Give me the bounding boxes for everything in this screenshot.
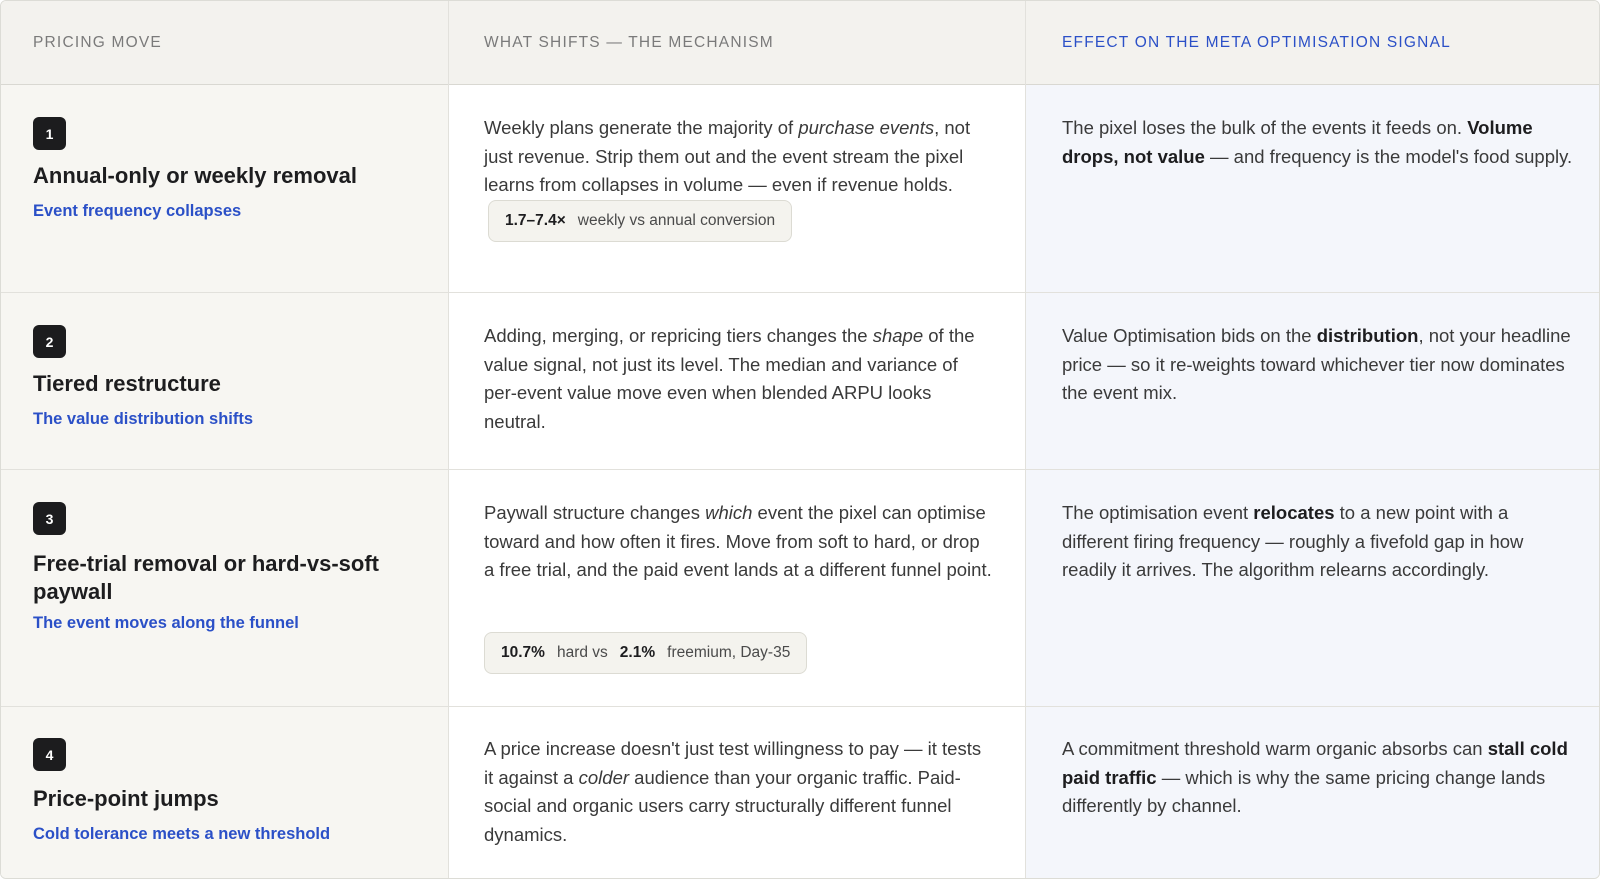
pricing-move-cell: 3 Free-trial removal or hard-vs-soft pay… (1, 470, 448, 706)
mechanism-emphasis: colder (578, 766, 630, 788)
row-number-badge: 4 (33, 738, 66, 771)
move-title: Annual-only or weekly removal (33, 163, 357, 188)
row-number-badge: 1 (33, 117, 66, 150)
mechanism-text: Paywall structure changes which event th… (484, 499, 994, 585)
pricing-move-cell: 1 Annual-only or weekly removal Event fr… (1, 85, 448, 292)
pricing-table: PRICING MOVE WHAT SHIFTS — THE MECHANISM… (0, 0, 1600, 879)
move-subtitle: The value distribution shifts (33, 410, 254, 428)
stat-label: freemium, Day-35 (667, 644, 791, 661)
effect-text-part: Value Optimisation bids on the (1062, 325, 1317, 346)
column-divider (448, 1, 449, 878)
mechanism-text-part: Adding, merging, or repricing tiers chan… (484, 325, 873, 346)
row-number-badge: 3 (33, 502, 66, 535)
effect-text: Value Optimisation bids on the distribut… (1062, 322, 1577, 408)
mechanism-cell: Adding, merging, or repricing tiers chan… (449, 293, 1025, 469)
mechanism-text: A price increase doesn't just test willi… (484, 735, 994, 850)
effect-cell: A commitment threshold warm organic abso… (1026, 707, 1599, 878)
effect-text: A commitment threshold warm organic abso… (1062, 735, 1577, 821)
stat-value: 1.7–7.4× (505, 211, 566, 229)
table-header: PRICING MOVE WHAT SHIFTS — THE MECHANISM… (1, 1, 1599, 85)
row-number-badge: 2 (33, 325, 66, 358)
table-row: 2 Tiered restructure The value distribut… (1, 293, 1599, 470)
move-subtitle: Cold tolerance meets a new threshold (33, 825, 331, 843)
effect-cell: The pixel loses the bulk of the events i… (1026, 85, 1599, 292)
mechanism-cell: A price increase doesn't just test willi… (449, 707, 1025, 878)
move-title: Free-trial removal or hard-vs-soft paywa… (33, 551, 379, 604)
effect-text-part: — and frequency is the model's food supp… (1204, 145, 1573, 167)
mechanism-emphasis: purchase events (798, 117, 935, 138)
pricing-move-cell: 2 Tiered restructure The value distribut… (1, 293, 448, 469)
header-mechanism: WHAT SHIFTS — THE MECHANISM (484, 34, 774, 51)
stat-pill: 1.7–7.4× weekly vs annual conversion (488, 200, 793, 243)
table-row: 1 Annual-only or weekly removal Event fr… (1, 85, 1599, 293)
effect-emphasis: distribution (1316, 325, 1419, 346)
move-title: Price-point jumps (33, 786, 219, 811)
stat-pill: 10.7% hard vs 2.1% freemium, Day-35 (484, 632, 808, 674)
effect-text: The optimisation event relocates to a ne… (1062, 499, 1577, 585)
effect-emphasis: relocates (1253, 502, 1335, 523)
effect-text-part: The pixel loses the bulk of the events i… (1062, 117, 1468, 138)
move-subtitle: The event moves along the funnel (33, 614, 299, 632)
effect-text-part: A commitment threshold warm organic abso… (1062, 738, 1488, 759)
header-pricing-move: PRICING MOVE (33, 34, 162, 51)
header-effect: EFFECT ON THE META OPTIMISATION SIGNAL (1062, 34, 1451, 51)
effect-text: The pixel loses the bulk of the events i… (1062, 114, 1577, 171)
stat-label: hard vs (556, 644, 608, 661)
mechanism-cell: Weekly plans generate the majority of pu… (449, 85, 1025, 292)
stat-value: 10.7% (501, 644, 545, 661)
stat-label: weekly vs annual conversion (577, 211, 776, 229)
pricing-move-cell: 4 Price-point jumps Cold tolerance meets… (1, 707, 448, 878)
move-subtitle: Event frequency collapses (33, 202, 242, 220)
mechanism-emphasis: shape (872, 325, 924, 346)
mechanism-text: Adding, merging, or repricing tiers chan… (484, 322, 994, 437)
effect-cell: The optimisation event relocates to a ne… (1026, 470, 1599, 706)
mechanism-text-part: Paywall structure changes (484, 502, 706, 523)
mechanism-cell: Paywall structure changes which event th… (449, 470, 1025, 706)
column-divider (1025, 1, 1026, 878)
table-row: 4 Price-point jumps Cold tolerance meets… (1, 707, 1599, 878)
mechanism-text: Weekly plans generate the majority of pu… (484, 114, 994, 243)
table-row: 3 Free-trial removal or hard-vs-soft pay… (1, 470, 1599, 707)
move-title: Tiered restructure (33, 371, 221, 396)
mechanism-emphasis: which (705, 502, 753, 523)
mechanism-text-part: Weekly plans generate the majority of (484, 117, 799, 138)
effect-text-part: The optimisation event (1062, 502, 1254, 523)
stat-value: 2.1% (619, 644, 656, 661)
effect-cell: Value Optimisation bids on the distribut… (1026, 293, 1599, 469)
